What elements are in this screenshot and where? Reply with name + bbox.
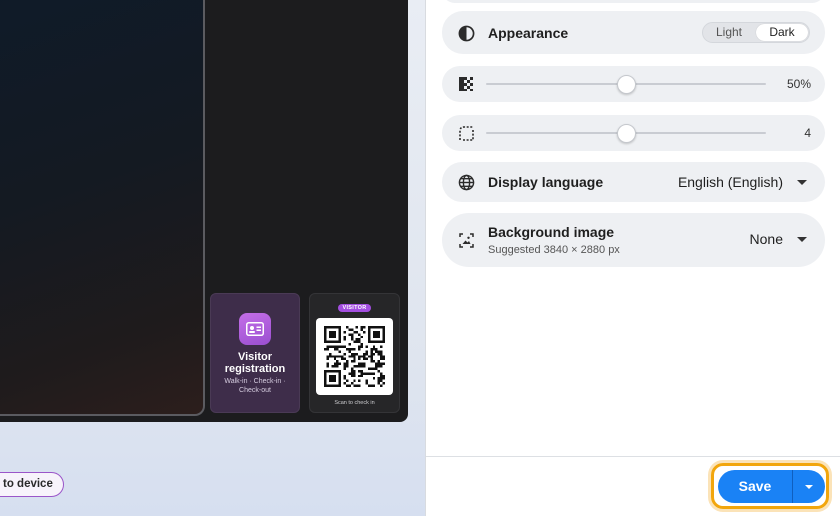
visitor-card-subtitle: Walk-in · Check-in · Check-out	[224, 378, 286, 394]
corner-radius-value: 4	[804, 126, 811, 140]
settings-row-cutoff	[442, 0, 825, 3]
settings-panel: Appearance Light Dark 50% 4 Display lang…	[425, 0, 840, 516]
appearance-label: Appearance	[488, 25, 569, 41]
visitor-badge: VISITOR	[338, 304, 371, 312]
panel-footer: Save	[426, 456, 840, 516]
corner-radius-slider-thumb[interactable]	[616, 124, 636, 143]
opacity-icon	[456, 74, 476, 94]
chevron-down-icon	[805, 484, 813, 489]
theme-option-light[interactable]: Light	[703, 23, 755, 42]
qr-code	[316, 318, 393, 395]
background-image-row[interactable]: Background image Suggested 3840 × 2880 p…	[442, 213, 825, 267]
corner-radius-row: 4	[442, 115, 825, 151]
display-language-value[interactable]: English (English)	[678, 174, 783, 190]
opacity-slider-thumb[interactable]	[616, 75, 636, 94]
qr-checkin-card: VISITOR Scan to check in	[309, 293, 400, 413]
visitor-card-title: Visitor registration	[224, 351, 286, 375]
save-button[interactable]: Save	[718, 470, 792, 503]
display-language-row[interactable]: Display language English (English)	[442, 162, 825, 202]
device-preview: Visitor registration Walk-in · Check-in …	[0, 0, 408, 422]
opacity-row: 50%	[442, 66, 825, 102]
display-language-label: Display language	[488, 174, 604, 190]
image-placeholder-icon	[456, 230, 476, 250]
visitor-registration-card[interactable]: Visitor registration Walk-in · Check-in …	[210, 293, 300, 413]
background-image-value[interactable]: None	[750, 231, 783, 247]
save-split-button: Save	[718, 470, 825, 503]
id-card-icon	[239, 313, 271, 345]
contrast-icon	[456, 23, 476, 43]
corner-radius-icon	[456, 123, 476, 143]
theme-option-dark[interactable]: Dark	[756, 24, 808, 41]
preview-area: Visitor registration Walk-in · Check-in …	[0, 0, 425, 516]
background-image-hint: Suggested 3840 × 2880 px	[488, 244, 620, 256]
opacity-value: 50%	[786, 77, 811, 91]
qr-caption: Scan to check in	[334, 400, 375, 406]
screen-preview-frame	[0, 0, 205, 416]
globe-icon	[456, 172, 476, 192]
appearance-row: Appearance Light Dark	[442, 11, 825, 54]
background-image-label: Background image	[488, 224, 615, 240]
chevron-down-icon[interactable]	[797, 180, 807, 185]
save-options-button[interactable]	[793, 470, 825, 503]
send-to-device-button[interactable]: to device	[0, 472, 64, 497]
theme-toggle: Light Dark	[702, 22, 810, 43]
chevron-down-icon[interactable]	[797, 237, 807, 242]
